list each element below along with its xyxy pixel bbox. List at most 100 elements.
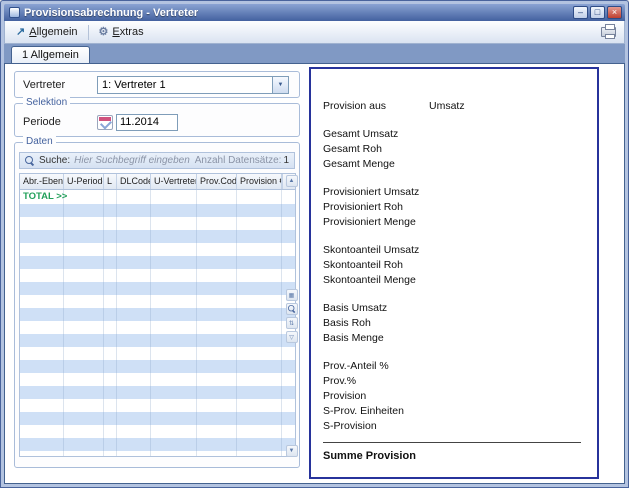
- sort-icon: ⇅: [289, 320, 294, 327]
- info-row: Provisioniert Roh: [311, 201, 597, 216]
- toolbar-item-label: Allgemein: [29, 26, 77, 38]
- info-rows: Provision ausUmsatzGesamt UmsatzGesamt R…: [311, 100, 597, 465]
- table-row[interactable]: [20, 334, 295, 347]
- records-count: 1: [281, 155, 289, 166]
- toolbar-item-extras[interactable]: ⚙ Extras: [92, 24, 151, 40]
- daten-group: Daten Suche: Hier Suchbegriff eingeben (…: [14, 142, 300, 468]
- table-row[interactable]: [20, 386, 295, 399]
- column-header-7[interactable]: Provision €: [237, 174, 282, 189]
- table-row[interactable]: [20, 425, 295, 438]
- dropdown-button[interactable]: ▼: [272, 77, 288, 93]
- vertreter-label: Vertreter: [15, 79, 97, 91]
- info-row: Skontoanteil Umsatz: [311, 244, 597, 259]
- info-row: Summe Provision: [311, 450, 597, 465]
- up-arrow-icon: ▲: [289, 178, 295, 184]
- close-icon: ×: [612, 7, 617, 17]
- search-input[interactable]: Hier Suchbegriff eingeben (STRG+S): [74, 155, 191, 166]
- search-icon: [288, 305, 296, 313]
- info-row: S-Prov. Einheiten: [311, 405, 597, 420]
- table-row[interactable]: [20, 412, 295, 425]
- print-button[interactable]: [596, 23, 620, 42]
- info-row: Basis Roh: [311, 317, 597, 332]
- vertreter-group: Vertreter 1: Vertreter 1 ▼: [14, 71, 300, 98]
- toolbar-item-label: Extras: [112, 26, 143, 38]
- divider: [323, 442, 581, 443]
- printer-icon: [601, 27, 616, 37]
- window-title: Provisionsabrechnung - Vertreter: [24, 7, 571, 19]
- table-row[interactable]: [20, 373, 295, 386]
- table-row[interactable]: [20, 256, 295, 269]
- info-row: Provisioniert Umsatz: [311, 186, 597, 201]
- table-row[interactable]: [20, 243, 295, 256]
- info-row: Prov.%: [311, 375, 597, 390]
- info-row: S-Provision: [311, 420, 597, 435]
- table-row[interactable]: [20, 230, 295, 243]
- column-header-4[interactable]: DLCode: [117, 174, 151, 189]
- filter-icon: ▽: [289, 334, 294, 341]
- toolbar: ↗ Allgemein ⚙ Extras: [4, 21, 625, 44]
- search-label: Suche:: [39, 155, 70, 166]
- table-row[interactable]: [20, 360, 295, 373]
- column-header-6[interactable]: Prov.Code: [197, 174, 237, 189]
- gear-icon: ⚙: [99, 27, 109, 38]
- info-row: Prov.-Anteil %: [311, 360, 597, 375]
- maximize-button[interactable]: □: [590, 6, 605, 19]
- toolbar-item-allgemein[interactable]: ↗ Allgemein: [9, 24, 85, 40]
- info-row: Provisioniert Menge: [311, 216, 597, 231]
- info-row: Gesamt Umsatz: [311, 128, 597, 143]
- selektion-group: Selektion Periode: [14, 103, 300, 137]
- sort-button[interactable]: ⇅: [286, 317, 298, 329]
- table-row[interactable]: [20, 399, 295, 412]
- tab-allgemein[interactable]: 1 Allgemein: [11, 46, 90, 63]
- search-icon: [25, 156, 35, 166]
- minimize-button[interactable]: –: [573, 6, 588, 19]
- table-row[interactable]: [20, 204, 295, 217]
- scroll-up-button[interactable]: ▲: [286, 175, 298, 187]
- columns-icon: ▦: [289, 292, 295, 299]
- info-row: Skontoanteil Menge: [311, 274, 597, 289]
- info-row: Gesamt Roh: [311, 143, 597, 158]
- grid-tool-cluster: ▦ ⇅ ▽: [286, 287, 298, 343]
- column-header-2[interactable]: U-Periode: [64, 174, 104, 189]
- info-row: Basis Menge: [311, 332, 597, 347]
- grid-search-bar[interactable]: Suche: Hier Suchbegriff eingeben (STRG+S…: [19, 152, 295, 169]
- table-row[interactable]: [20, 347, 295, 360]
- tab-strip: 1 Allgemein: [4, 44, 625, 63]
- toolbar-separator: [88, 25, 89, 40]
- minimize-icon: –: [578, 7, 583, 17]
- table-row[interactable]: [20, 308, 295, 321]
- vertreter-value: 1: Vertreter 1: [98, 77, 272, 93]
- record-count-label: Anzahl Datensätze:1: [195, 155, 289, 166]
- table-row[interactable]: [20, 295, 295, 308]
- columns-button[interactable]: ▦: [286, 289, 298, 301]
- filter-button[interactable]: ▽: [286, 331, 298, 343]
- chevron-down-icon: ▼: [278, 82, 284, 88]
- selektion-legend: Selektion: [23, 97, 70, 108]
- data-grid: Abr.-EbeneU-PeriodeLDLCodeU-VertreterPro…: [19, 173, 296, 457]
- table-row[interactable]: [20, 451, 295, 457]
- total-row[interactable]: TOTAL >>: [20, 190, 295, 204]
- column-header-1[interactable]: Abr.-Ebene: [20, 174, 64, 189]
- table-row[interactable]: [20, 321, 295, 334]
- records-label-text: Anzahl Datensätze:: [195, 155, 282, 166]
- column-header-3[interactable]: L: [104, 174, 117, 189]
- title-bar: Provisionsabrechnung - Vertreter – □ ×: [4, 4, 625, 21]
- down-arrow-icon: ▼: [289, 448, 295, 454]
- calendar-icon[interactable]: [97, 115, 113, 130]
- table-row[interactable]: [20, 269, 295, 282]
- close-button[interactable]: ×: [607, 6, 622, 19]
- column-header-5[interactable]: U-Vertreter: [151, 174, 197, 189]
- grid-search-button[interactable]: [286, 303, 298, 315]
- table-row[interactable]: [20, 438, 295, 451]
- scroll-down-button[interactable]: ▼: [286, 445, 298, 457]
- periode-label: Periode: [15, 116, 97, 128]
- vertreter-combobox[interactable]: 1: Vertreter 1 ▼: [97, 76, 289, 94]
- info-row: Provision: [311, 390, 597, 405]
- provision-summary-panel: Provision ausUmsatzGesamt UmsatzGesamt R…: [309, 67, 599, 479]
- app-window: Provisionsabrechnung - Vertreter – □ × ↗…: [0, 0, 629, 488]
- table-row[interactable]: [20, 217, 295, 230]
- info-row: Basis Umsatz: [311, 302, 597, 317]
- allgemein-icon: ↗: [16, 27, 25, 38]
- periode-input[interactable]: [116, 114, 178, 131]
- table-row[interactable]: [20, 282, 295, 295]
